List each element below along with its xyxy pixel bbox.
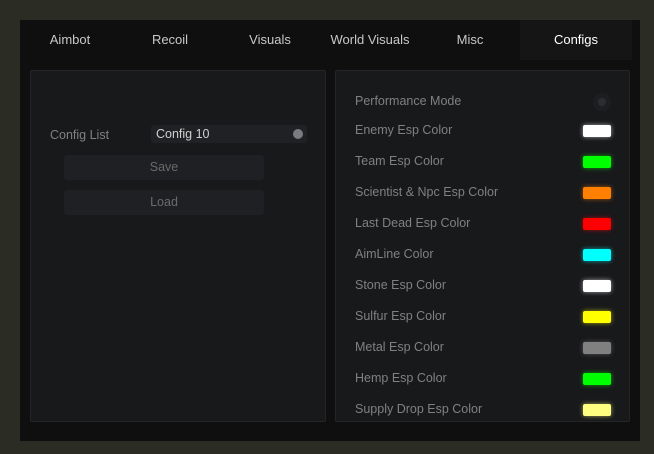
color-setting-row: Stone Esp Color: [355, 276, 611, 296]
color-setting-row: Hemp Esp Color: [355, 369, 611, 389]
color-setting-label: Scientist & Npc Esp Color: [355, 185, 499, 199]
tab-configs[interactable]: Configs: [520, 20, 632, 60]
load-button[interactable]: Load: [64, 190, 264, 215]
performance-mode-label: Performance Mode: [355, 94, 462, 108]
settings-panel: Performance Mode Enemy Esp Color Team Esp…: [335, 70, 630, 422]
color-setting-label: Team Esp Color: [355, 154, 444, 168]
save-button[interactable]: Save: [64, 155, 264, 180]
config-list-dropdown[interactable]: Config 10: [151, 125, 307, 143]
tab-bar: Aimbot Recoil Visuals World Visuals Misc…: [20, 20, 640, 60]
color-swatch[interactable]: [583, 187, 611, 199]
color-setting-row: Metal Esp Color: [355, 338, 611, 358]
config-list-label: Config List: [50, 128, 110, 142]
color-setting-label: Last Dead Esp Color: [355, 216, 471, 230]
color-swatch[interactable]: [583, 156, 611, 168]
color-swatch[interactable]: [583, 373, 611, 385]
tab-visuals[interactable]: Visuals: [220, 20, 320, 60]
color-setting-label: Sulfur Esp Color: [355, 309, 447, 323]
color-setting-label: Enemy Esp Color: [355, 123, 453, 137]
tab-recoil[interactable]: Recoil: [120, 20, 220, 60]
color-setting-row: Team Esp Color: [355, 152, 611, 172]
tab-aimbot[interactable]: Aimbot: [20, 20, 120, 60]
tab-world-visuals[interactable]: World Visuals: [320, 20, 420, 60]
color-setting-row: Last Dead Esp Color: [355, 214, 611, 234]
color-swatch[interactable]: [583, 218, 611, 230]
color-swatch[interactable]: [583, 311, 611, 323]
color-setting-row: Scientist & Npc Esp Color: [355, 183, 611, 203]
dropdown-knob-icon: [293, 129, 303, 139]
color-swatch[interactable]: [583, 249, 611, 261]
performance-mode-row: Performance Mode: [355, 92, 611, 112]
color-setting-label: Metal Esp Color: [355, 340, 444, 354]
color-swatch[interactable]: [583, 125, 611, 137]
config-panel: Config List Config 10 Save Load: [30, 70, 326, 422]
color-setting-row: Enemy Esp Color: [355, 121, 611, 141]
cheat-menu-window: Aimbot Recoil Visuals World Visuals Misc…: [20, 20, 640, 441]
performance-mode-toggle[interactable]: [593, 93, 611, 111]
color-setting-label: AimLine Color: [355, 247, 434, 261]
color-swatch[interactable]: [583, 404, 611, 416]
color-swatch[interactable]: [583, 342, 611, 354]
color-setting-row: Supply Drop Esp Color: [355, 400, 611, 420]
color-setting-label: Stone Esp Color: [355, 278, 447, 292]
color-setting-row: Sulfur Esp Color: [355, 307, 611, 327]
color-setting-label: Supply Drop Esp Color: [355, 402, 483, 416]
color-setting-label: Hemp Esp Color: [355, 371, 447, 385]
tab-misc[interactable]: Misc: [420, 20, 520, 60]
config-selected: Config 10: [156, 127, 210, 141]
color-swatch[interactable]: [583, 280, 611, 292]
color-setting-row: AimLine Color: [355, 245, 611, 265]
